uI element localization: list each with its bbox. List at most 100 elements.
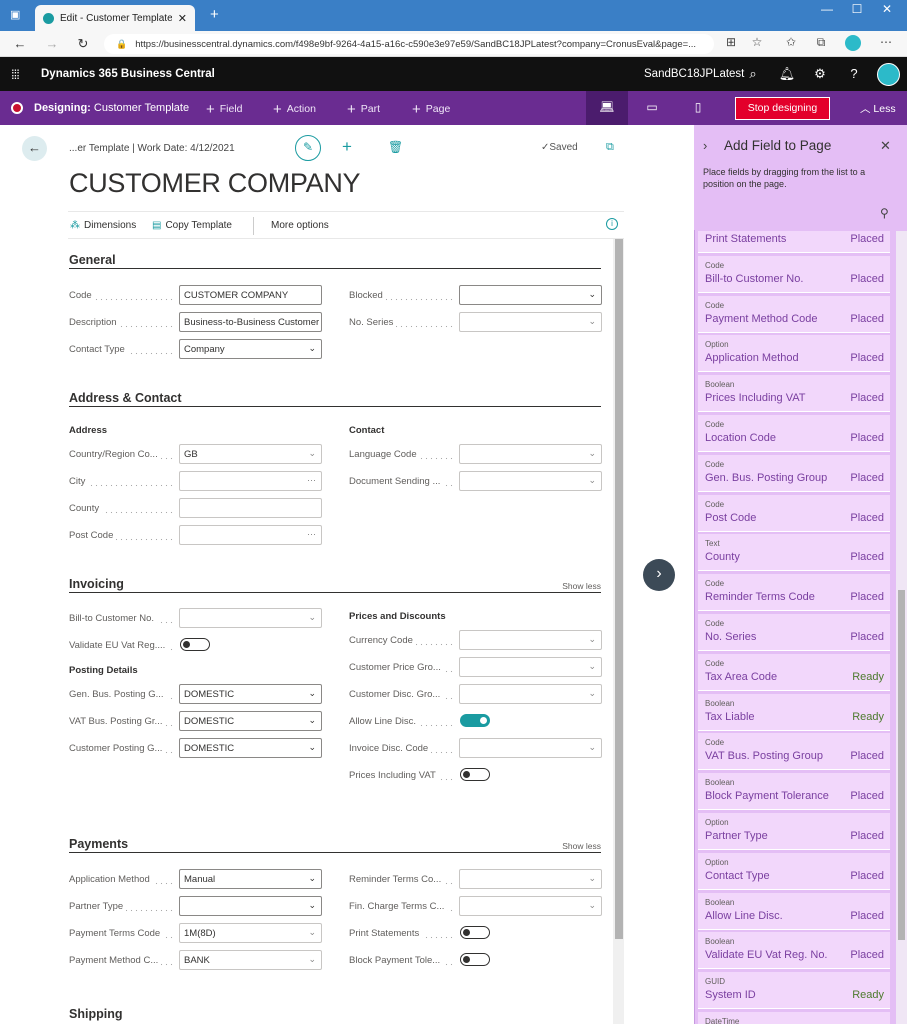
code-input[interactable]: CUSTOMER COMPANY — [179, 285, 322, 305]
field-list-item[interactable]: Code Reminder Terms Code Placed — [698, 574, 890, 612]
show-less-link[interactable]: Show less — [562, 581, 601, 591]
show-less-link[interactable]: Show less — [562, 841, 601, 851]
browser-tab[interactable]: Edit - Customer Template - Dyna ✕ — [35, 5, 195, 31]
gen-bus-select[interactable]: DOMESTIC ⌄ — [179, 684, 322, 704]
more-options-button[interactable]: More options — [271, 220, 329, 231]
open-new-window-icon[interactable]: ⧉ — [606, 141, 614, 154]
avatar[interactable] — [877, 63, 900, 86]
forward-icon[interactable]: → — [42, 36, 62, 51]
new-plus-icon[interactable]: + — [342, 137, 352, 157]
description-input[interactable]: Business-to-Business Customer — [179, 312, 322, 332]
field-list-item[interactable]: Boolean Block Payment Tolerance Placed — [698, 773, 890, 811]
waffle-icon[interactable]: ⁞⁞⁞ — [11, 67, 20, 82]
vat-bus-select[interactable]: DOMESTIC ⌄ — [179, 711, 322, 731]
post-code-input[interactable]: ⋯ — [179, 525, 322, 545]
pay-terms-select[interactable]: 1M(8D) ⌄ — [179, 923, 322, 943]
print-stmt-toggle[interactable] — [460, 926, 490, 939]
language-select[interactable]: ⌄ — [459, 444, 602, 464]
validate-vat-toggle[interactable] — [180, 638, 210, 651]
tab-actions-icon[interactable]: ▣ — [10, 8, 20, 21]
more-icon[interactable]: ⋯ — [877, 35, 895, 49]
lookup-ellipsis-icon[interactable]: ⋯ — [307, 529, 316, 540]
currency-select[interactable]: ⌄ — [459, 630, 602, 650]
search-icon[interactable]: ⌕ — [743, 66, 763, 82]
city-input[interactable]: ⋯ — [179, 471, 322, 491]
phone-icon[interactable]: ▯ — [688, 100, 708, 114]
partner-type-select[interactable]: ⌄ — [179, 896, 322, 916]
field-list-item[interactable]: Text County Placed — [698, 534, 890, 572]
allow-line-toggle[interactable] — [460, 714, 490, 727]
block-pay-toggle[interactable] — [460, 953, 490, 966]
collections-icon[interactable]: ⧉ — [812, 35, 830, 50]
field-list-item[interactable]: Boolean Prices Including VAT Placed — [698, 375, 890, 413]
app-method-select[interactable]: Manual ⌄ — [179, 869, 322, 889]
field-list-item[interactable]: DateTime — [698, 1012, 890, 1024]
less-button[interactable]: ︿ Less — [860, 101, 896, 116]
no-series-select[interactable]: ⌄ — [459, 312, 602, 332]
info-icon[interactable]: i — [606, 218, 618, 230]
add-part-button[interactable]: + Part — [347, 101, 380, 118]
bill-to-select[interactable]: ⌄ — [179, 608, 322, 628]
cust-posting-select[interactable]: DOMESTIC ⌄ — [179, 738, 322, 758]
field-list-item[interactable]: Code Tax Area Code Ready — [698, 653, 890, 691]
field-list-item[interactable]: Boolean Allow Line Disc. Placed — [698, 892, 890, 930]
reader-icon[interactable]: ⊞ — [722, 35, 740, 49]
county-input[interactable] — [179, 498, 322, 518]
favorite-icon[interactable]: ☆ — [748, 35, 766, 49]
back-icon[interactable]: ← — [10, 36, 30, 51]
field-list-item[interactable]: Code VAT Bus. Posting Group Placed — [698, 733, 890, 771]
section-shipping-header[interactable]: Shipping — [69, 1007, 601, 1023]
field-list-item[interactable]: Print Statements Placed — [698, 231, 890, 253]
refresh-icon[interactable]: ↻ — [73, 36, 93, 52]
close-icon[interactable]: ✕ — [880, 138, 891, 154]
close-tab-icon[interactable]: ✕ — [178, 12, 187, 25]
edit-pencil-icon[interactable]: ✎ — [295, 135, 321, 161]
back-button[interactable]: ← — [22, 136, 47, 161]
section-general-header[interactable]: General — [69, 253, 601, 269]
dimensions-button[interactable]: ⁂ Dimensions — [70, 220, 136, 231]
gear-icon[interactable]: ⚙ — [810, 66, 830, 82]
maximize-icon[interactable]: ☐ — [842, 2, 872, 16]
cust-price-select[interactable]: ⌄ — [459, 657, 602, 677]
add-action-button[interactable]: + Action — [273, 101, 316, 118]
section-invoicing-header[interactable]: Invoicing Show less — [69, 577, 601, 593]
field-list-item[interactable]: Code Gen. Bus. Posting Group Placed — [698, 454, 890, 492]
field-list-item[interactable]: Code Location Code Placed — [698, 415, 890, 452]
section-address-header[interactable]: Address & Contact — [69, 391, 601, 407]
favorites-icon[interactable]: ✩ — [782, 35, 800, 49]
bell-icon[interactable]: 🔔︎ — [777, 66, 797, 82]
laptop-icon[interactable]: 💻︎ — [597, 100, 617, 114]
invoice-disc-select[interactable]: ⌄ — [459, 738, 602, 758]
profile-icon[interactable] — [845, 35, 861, 51]
field-list-item[interactable]: Boolean Validate EU Vat Reg. No. Placed — [698, 932, 890, 970]
pay-method-select[interactable]: BANK ⌄ — [179, 950, 322, 970]
next-page-button[interactable]: › — [643, 559, 675, 591]
delete-trash-icon[interactable]: 🗑︎ — [388, 140, 403, 154]
copy-template-button[interactable]: ▤ Copy Template — [152, 220, 232, 231]
tablet-icon[interactable]: ▭ — [642, 100, 662, 114]
field-list-item[interactable]: Code Post Code Placed — [698, 494, 890, 532]
fin-charge-select[interactable]: ⌄ — [459, 896, 602, 916]
blocked-select[interactable]: ⌄ — [459, 285, 602, 305]
url-field[interactable]: 🔒 https://businesscentral.dynamics.com/f… — [104, 34, 714, 54]
section-payments-header[interactable]: Payments Show less — [69, 837, 601, 853]
prices-incl-vat-toggle[interactable] — [460, 768, 490, 781]
field-list-item[interactable]: Option Application Method Placed — [698, 335, 890, 373]
field-list-item[interactable]: GUID System ID Ready — [698, 972, 890, 1010]
stop-designing-button[interactable]: Stop designing — [735, 97, 830, 120]
panel-scrollbar-thumb[interactable] — [898, 590, 905, 940]
doc-sending-select[interactable]: ⌄ — [459, 471, 602, 491]
reminder-select[interactable]: ⌄ — [459, 869, 602, 889]
country-select[interactable]: GB ⌄ — [179, 444, 322, 464]
help-icon[interactable]: ? — [844, 66, 864, 81]
new-tab-icon[interactable]: + — [210, 6, 219, 23]
contact-type-select[interactable]: Company ⌄ — [179, 339, 322, 359]
add-page-button[interactable]: + Page — [412, 101, 450, 118]
add-field-button[interactable]: + Field — [206, 101, 243, 118]
field-list-item[interactable]: Boolean Tax Liable Ready — [698, 693, 890, 731]
environment-name[interactable]: SandBC18JPLatest — [644, 68, 744, 80]
minimize-icon[interactable]: — — [812, 2, 842, 16]
field-list-item[interactable]: Code No. Series Placed — [698, 614, 890, 651]
cust-disc-select[interactable]: ⌄ — [459, 684, 602, 704]
field-list-item[interactable]: Code Bill-to Customer No. Placed — [698, 255, 890, 293]
